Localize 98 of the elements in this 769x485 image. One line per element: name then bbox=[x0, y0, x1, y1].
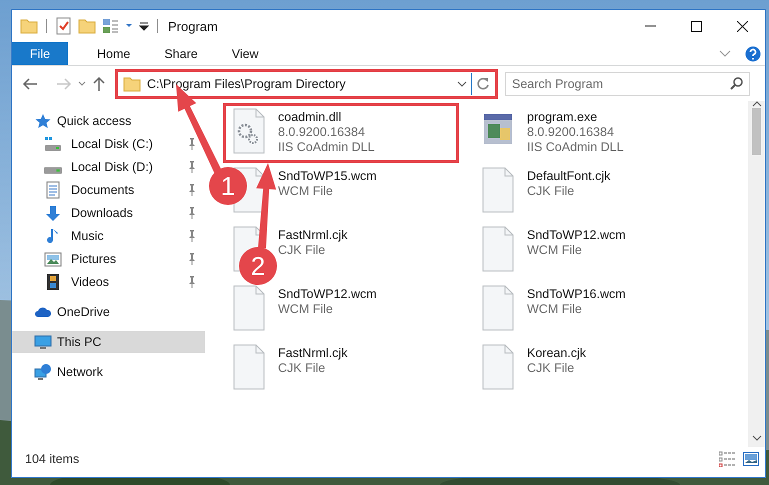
step-number-badge: 1 bbox=[209, 167, 247, 205]
address-bar[interactable]: C:\Program Files\Program Directory bbox=[118, 72, 495, 96]
close-icon bbox=[736, 20, 748, 32]
file-name: FastNrml.cjk bbox=[278, 228, 348, 243]
dropdown-icon[interactable] bbox=[126, 24, 133, 28]
scrollbar-thumb[interactable] bbox=[752, 108, 761, 155]
sidebar-item-label: This PC bbox=[57, 335, 102, 349]
details-view-icon[interactable] bbox=[719, 451, 735, 467]
star-icon bbox=[34, 113, 52, 129]
forward-arrow-icon bbox=[56, 76, 72, 90]
file-name: SndToWP12.wcm bbox=[527, 228, 626, 243]
back-arrow-icon bbox=[22, 76, 38, 90]
file-detail: WCM File bbox=[278, 302, 334, 317]
file-detail: WCM File bbox=[527, 302, 583, 317]
chevron-down-icon bbox=[457, 80, 467, 86]
document-icon bbox=[481, 226, 515, 274]
file-detail: WCM File bbox=[527, 243, 583, 258]
item-count: 104 items bbox=[25, 452, 80, 466]
address-path: C:\Program Files\Program Directory bbox=[147, 76, 347, 90]
customize-icon[interactable] bbox=[139, 21, 149, 31]
properties-icon[interactable] bbox=[102, 17, 120, 35]
recent-locations-button[interactable] bbox=[78, 81, 86, 86]
sidebar-item[interactable]: Pictures bbox=[12, 248, 205, 270]
file-name: SndToWP12.wcm bbox=[278, 287, 377, 302]
file-menu-tab[interactable]: File bbox=[12, 42, 68, 65]
sidebar-item-label: Music bbox=[71, 229, 105, 243]
file-name: FastNrml.cjk bbox=[278, 346, 348, 361]
sidebar-item[interactable]: Quick access bbox=[12, 110, 205, 132]
maximize-icon bbox=[690, 20, 702, 32]
help-icon[interactable] bbox=[745, 46, 761, 62]
sidebar-item-label: Network bbox=[57, 365, 104, 379]
document-icon bbox=[44, 181, 62, 199]
file-detail: IIS CoAdmin DLL bbox=[527, 140, 624, 155]
sidebar-item[interactable]: Videos bbox=[12, 271, 205, 293]
ribbon-tab[interactable]: Share bbox=[147, 42, 215, 65]
drive-icon bbox=[44, 136, 62, 152]
refresh-icon bbox=[476, 76, 490, 90]
step-number-badge: 2 bbox=[239, 247, 277, 285]
checklist-icon[interactable] bbox=[55, 17, 72, 35]
sidebar-item[interactable]: Music bbox=[12, 225, 205, 247]
file-detail: CJK File bbox=[278, 361, 326, 376]
sidebar-item-label: Pictures bbox=[71, 252, 118, 266]
monitor-icon bbox=[34, 334, 52, 350]
file-detail: WCM File bbox=[278, 184, 334, 199]
sidebar-item[interactable]: This PC bbox=[12, 331, 205, 353]
ribbon-tab[interactable]: View bbox=[214, 42, 276, 65]
back-button[interactable] bbox=[22, 76, 38, 90]
sidebar-item[interactable]: Network bbox=[12, 361, 205, 383]
expand-ribbon-icon[interactable] bbox=[719, 50, 731, 57]
file-detail: 8.0.9200.16384 bbox=[527, 125, 615, 140]
folder-icon bbox=[123, 74, 141, 92]
file-detail: IIS CoAdmin DLL bbox=[278, 140, 375, 155]
up-button[interactable] bbox=[92, 76, 106, 92]
search-field[interactable]: Search Program bbox=[505, 72, 750, 96]
chevron-down-icon bbox=[78, 81, 86, 86]
download-arrow-icon bbox=[44, 204, 62, 222]
folder-icon bbox=[20, 17, 38, 35]
window-title: Program bbox=[168, 18, 218, 34]
file-detail: 8.0.9200.16384 bbox=[278, 125, 366, 140]
file-name: SndToWP16.wcm bbox=[527, 287, 626, 302]
film-icon bbox=[44, 273, 62, 291]
sidebar-item-label: Downloads bbox=[71, 206, 134, 220]
file-name: program.exe bbox=[527, 110, 598, 125]
file-name: coadmin.dll bbox=[278, 110, 342, 125]
sidebar-item-label: Local Disk (C:) bbox=[71, 137, 154, 151]
new-folder-icon bbox=[78, 17, 96, 35]
ribbon-tab[interactable]: Home bbox=[80, 42, 148, 65]
document-icon bbox=[232, 285, 266, 333]
file-name: DefaultFont.cjk bbox=[527, 169, 610, 184]
music-note-icon bbox=[46, 228, 60, 244]
document-icon bbox=[481, 167, 515, 215]
sidebar-item-label: OneDrive bbox=[57, 305, 111, 319]
gear-document-icon bbox=[232, 108, 266, 156]
search-icon bbox=[730, 76, 743, 90]
drive-icon bbox=[44, 167, 62, 174]
document-icon bbox=[481, 285, 515, 333]
file-detail: CJK File bbox=[278, 243, 326, 258]
file-detail: CJK File bbox=[527, 361, 576, 376]
scroll-up-icon[interactable] bbox=[752, 101, 762, 107]
up-arrow-icon bbox=[92, 76, 106, 92]
file-name: Korean.cjk bbox=[527, 346, 586, 361]
document-icon bbox=[481, 344, 515, 392]
file-name: SndToWP15.wcm bbox=[278, 169, 377, 184]
document-icon bbox=[232, 344, 266, 392]
sidebar-item-label: Local Disk (D:) bbox=[71, 160, 154, 174]
sidebar-item[interactable]: Downloads bbox=[12, 202, 205, 224]
large-icons-view-icon[interactable] bbox=[743, 451, 759, 467]
sidebar-item-label: Quick access bbox=[57, 114, 132, 128]
network-icon bbox=[34, 363, 52, 381]
scroll-down-icon[interactable] bbox=[752, 435, 762, 441]
file-detail: CJK File bbox=[527, 184, 576, 199]
sidebar-item[interactable]: Local Disk (C:) bbox=[12, 133, 205, 155]
sidebar-item[interactable]: Documents bbox=[12, 179, 205, 201]
sidebar-item[interactable]: Local Disk (D:) bbox=[12, 156, 205, 178]
sidebar-item[interactable]: OneDrive bbox=[12, 301, 205, 323]
sidebar-item-label: Documents bbox=[71, 183, 136, 197]
picture-icon bbox=[44, 250, 62, 268]
sidebar-item-label: Videos bbox=[71, 275, 110, 289]
